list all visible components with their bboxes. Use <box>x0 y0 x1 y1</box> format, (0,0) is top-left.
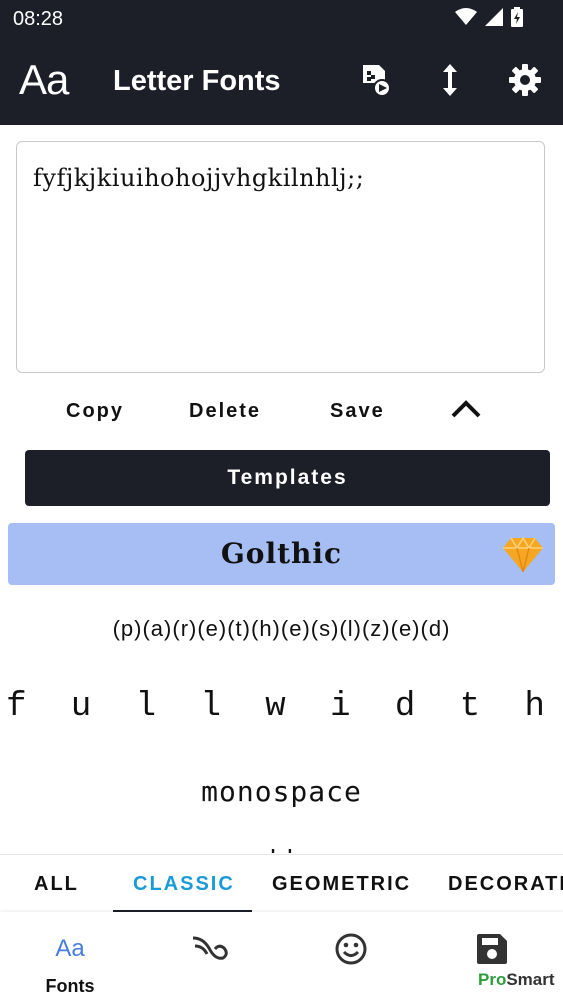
copy-button[interactable]: Copy <box>66 400 124 423</box>
smiley-icon <box>334 932 368 966</box>
preview-video-button[interactable] <box>358 64 394 100</box>
fonts-icon: Aa <box>55 935 85 962</box>
chevron-up-icon <box>450 400 482 424</box>
app-logo: Aa <box>19 56 69 103</box>
font-item[interactable]: (p)(a)(r)(e)(t)(h)(e)(s)(l)(z)(e)(d) <box>0 616 563 642</box>
tab-decorative[interactable]: DECORATI <box>448 873 563 896</box>
save-button[interactable]: Save <box>330 400 385 423</box>
battery-charging-icon <box>511 7 523 31</box>
collapse-button[interactable] <box>450 398 482 424</box>
nav-emoji[interactable] <box>281 912 421 1000</box>
nav-fonts-label: Fonts <box>45 976 95 996</box>
font-item-label: Golthic <box>220 537 343 570</box>
font-item[interactable]: monospace <box>0 775 563 808</box>
status-icons <box>455 7 523 31</box>
gear-icon <box>509 64 541 100</box>
resize-button[interactable] <box>432 64 468 100</box>
editor-text: fyfjkjkiuihohojjvhgkilnhlj;; <box>33 164 365 192</box>
swirl-icon <box>191 932 229 966</box>
category-tabs: ALL CLASSIC GEOMETRIC DECORATI <box>0 854 563 913</box>
status-bar: 08:28 <box>0 0 563 40</box>
cell-signal-icon <box>485 8 503 30</box>
nav-fonts[interactable]: Aa Fonts <box>0 912 140 1000</box>
font-item-partial[interactable]: '' <box>0 843 563 853</box>
nav-decorations[interactable] <box>140 912 280 1000</box>
font-item[interactable]: f u l l w i d t h <box>0 688 563 726</box>
vertical-arrows-icon <box>443 64 457 100</box>
file-play-icon <box>359 63 393 101</box>
tab-all[interactable]: ALL <box>34 873 79 896</box>
status-time: 08:28 <box>13 8 64 30</box>
delete-button[interactable]: Delete <box>189 400 261 423</box>
wifi-icon <box>455 8 477 30</box>
tab-geometric[interactable]: GEOMETRIC <box>272 873 411 896</box>
text-editor[interactable]: fyfjkjkiuihohojjvhgkilnhlj;; <box>16 141 545 373</box>
tab-classic[interactable]: CLASSIC <box>133 873 235 896</box>
premium-gem-icon <box>503 536 543 576</box>
settings-button[interactable] <box>507 64 543 100</box>
editor-actions: Copy Delete Save <box>0 395 563 435</box>
font-list: Golthic (p)(a)(r)(e)(t)(h)(e)(s)(l)(z)(e… <box>0 520 563 853</box>
floppy-disk-icon <box>477 932 507 966</box>
watermark-logo: ProSmart <box>478 970 555 989</box>
app-title: Letter Fonts <box>113 65 281 97</box>
font-item-selected[interactable]: Golthic <box>8 523 555 585</box>
app-bar: Aa Letter Fonts <box>0 40 563 125</box>
templates-button[interactable]: Templates <box>25 450 550 506</box>
